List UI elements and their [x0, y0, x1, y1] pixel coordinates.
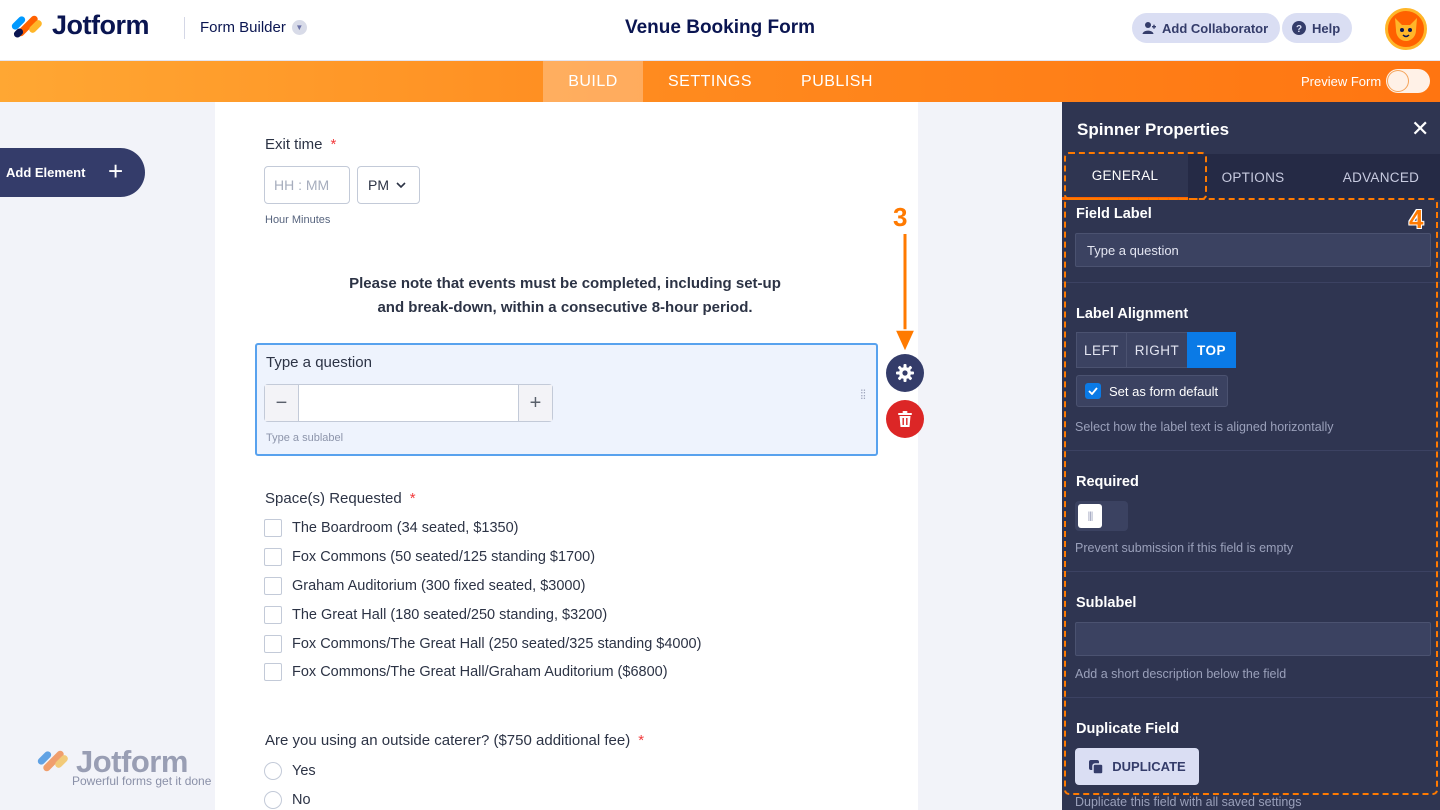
- annotation-highlight-tab: [1064, 152, 1207, 200]
- option-label: The Boardroom (34 seated, $1350): [292, 520, 519, 536]
- form-builder-dropdown[interactable]: Form Builder ▼: [200, 19, 307, 36]
- main-nav: BUILD SETTINGS PUBLISH Preview Form: [0, 61, 1440, 102]
- caterer-question-label: Are you using an outside caterer? ($750 …: [265, 732, 644, 749]
- annotation-arrow-icon: [893, 234, 917, 354]
- spaces-requested-label: Space(s) Requested *: [265, 490, 416, 507]
- delete-field-button[interactable]: [886, 400, 924, 438]
- user-avatar[interactable]: [1385, 8, 1427, 50]
- space-option-boardroom[interactable]: The Boardroom (34 seated, $1350): [264, 519, 519, 537]
- space-option-fox-commons-great-hall[interactable]: Fox Commons/The Great Hall (250 seated/3…: [264, 635, 701, 653]
- chevron-down-icon: ▼: [291, 20, 307, 35]
- spinner-increment-button[interactable]: +: [518, 385, 552, 421]
- tab-build[interactable]: BUILD: [543, 61, 643, 102]
- required-asterisk: *: [409, 490, 416, 507]
- notice-line-1: Please note that events must be complete…: [349, 275, 781, 292]
- add-element-button[interactable]: Add Element +: [0, 148, 145, 197]
- annotation-step-3: 3: [893, 202, 908, 232]
- space-option-graham-auditorium[interactable]: Graham Auditorium (300 fixed seated, $30…: [264, 577, 585, 595]
- svg-text:?: ?: [1296, 24, 1302, 35]
- top-header: Jotform Form Builder ▼ Venue Booking For…: [0, 0, 1440, 61]
- option-label: The Great Hall (180 seated/250 standing,…: [292, 607, 608, 623]
- space-option-great-hall[interactable]: The Great Hall (180 seated/250 standing,…: [264, 606, 607, 624]
- radio-button[interactable]: [264, 791, 282, 809]
- checkbox[interactable]: [264, 577, 282, 595]
- option-label: No: [292, 792, 311, 808]
- option-label: Yes: [292, 763, 316, 779]
- jotform-logo-icon: [36, 746, 70, 776]
- ampm-select[interactable]: PM: [357, 166, 420, 204]
- checkbox[interactable]: [264, 663, 282, 681]
- form-builder-label: Form Builder: [200, 19, 286, 36]
- exit-time-label-text: Exit time: [265, 136, 323, 153]
- required-asterisk: *: [330, 136, 337, 153]
- checkbox[interactable]: [264, 548, 282, 566]
- add-collaborator-label: Add Collaborator: [1162, 20, 1269, 36]
- trash-icon: [898, 411, 912, 427]
- tab-publish[interactable]: PUBLISH: [783, 61, 891, 102]
- help-button[interactable]: ? Help: [1282, 13, 1353, 43]
- annotation-step-4: 4: [1409, 204, 1424, 234]
- caterer-option-no[interactable]: No: [264, 791, 311, 809]
- tab-options[interactable]: OPTIONS: [1190, 154, 1316, 200]
- option-label: Fox Commons (50 seated/125 standing $170…: [292, 549, 596, 565]
- spaces-requested-label-text: Space(s) Requested: [265, 490, 402, 507]
- close-icon[interactable]: ✕: [1411, 116, 1429, 142]
- gear-icon: [896, 364, 914, 382]
- tab-settings[interactable]: SETTINGS: [650, 61, 770, 102]
- option-label: Fox Commons/The Great Hall/Graham Audito…: [292, 664, 668, 680]
- add-user-icon: [1142, 22, 1156, 34]
- radio-button[interactable]: [264, 762, 282, 780]
- panel-title: Spinner Properties: [1077, 120, 1230, 139]
- drag-handle-icon[interactable]: ⁞⁞: [860, 388, 866, 401]
- ampm-value: PM: [368, 177, 389, 193]
- field-properties-button[interactable]: [886, 354, 924, 392]
- brand-name: Jotform: [52, 10, 150, 40]
- spinner-input[interactable]: − +: [264, 384, 553, 422]
- notice-line-2: and break-down, within a consecutive 8-h…: [377, 299, 753, 316]
- spinner-question-label[interactable]: Type a question: [266, 354, 372, 371]
- spinner-decrement-button[interactable]: −: [265, 385, 299, 421]
- space-option-fox-commons[interactable]: Fox Commons (50 seated/125 standing $170…: [264, 548, 595, 566]
- help-icon: ?: [1292, 21, 1306, 35]
- chevron-down-icon: [396, 182, 406, 188]
- duplicate-description: Duplicate this field with all saved sett…: [1075, 795, 1302, 809]
- exit-time-sublabel: Hour Minutes: [265, 214, 331, 226]
- jotform-logo[interactable]: Jotform: [10, 10, 150, 41]
- header-divider: [184, 17, 185, 39]
- space-option-all-three[interactable]: Fox Commons/The Great Hall/Graham Audito…: [264, 663, 668, 681]
- preview-form-label: Preview Form: [1301, 74, 1382, 89]
- toggle-knob: [1388, 71, 1408, 91]
- annotation-highlight-panel: [1064, 198, 1438, 795]
- caterer-option-yes[interactable]: Yes: [264, 762, 316, 780]
- watermark-tagline: Powerful forms get it done: [72, 774, 212, 788]
- form-canvas: [215, 102, 918, 810]
- caterer-question-label-text: Are you using an outside caterer? ($750 …: [265, 732, 631, 749]
- checkbox[interactable]: [264, 606, 282, 624]
- add-collaborator-button[interactable]: Add Collaborator: [1132, 13, 1281, 43]
- option-label: Graham Auditorium (300 fixed seated, $30…: [292, 578, 586, 594]
- checkbox[interactable]: [264, 635, 282, 653]
- spinner-sublabel[interactable]: Type a sublabel: [266, 432, 343, 444]
- avatar-fox-icon: [1395, 18, 1417, 41]
- exit-time-label: Exit time *: [265, 136, 336, 153]
- jotform-logo-icon: [10, 11, 44, 41]
- time-input-placeholder: HH : MM: [274, 177, 330, 193]
- notice-text: Please note that events must be complete…: [330, 272, 800, 320]
- plus-icon: +: [108, 156, 124, 186]
- required-asterisk: *: [638, 732, 645, 749]
- checkbox[interactable]: [264, 519, 282, 537]
- preview-form-toggle[interactable]: [1386, 69, 1430, 93]
- time-input[interactable]: HH : MM: [264, 166, 350, 204]
- tab-advanced[interactable]: ADVANCED: [1318, 154, 1440, 200]
- help-label: Help: [1312, 20, 1341, 36]
- option-label: Fox Commons/The Great Hall (250 seated/3…: [292, 636, 702, 652]
- add-element-label: Add Element: [6, 165, 86, 180]
